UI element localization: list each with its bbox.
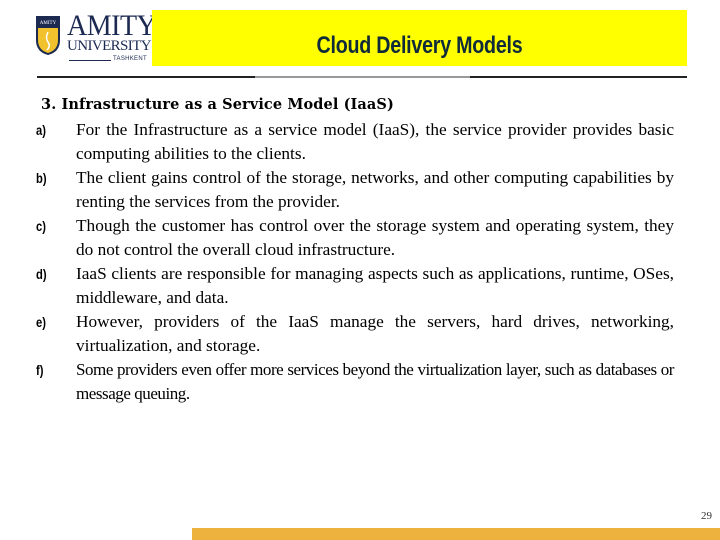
list-marker: d): [36, 266, 47, 282]
logo-rule: [69, 60, 111, 61]
list-item: a) For the Infrastructure as a service m…: [36, 118, 674, 166]
list-marker: c): [36, 218, 46, 234]
title-banner: Cloud Delivery Models: [152, 10, 687, 66]
list-item-text: Though the customer has control over the…: [76, 216, 674, 259]
list-marker: b): [36, 170, 47, 186]
list-item: c) Though the customer has control over …: [36, 214, 674, 262]
list-item-text: For the Infrastructure as a service mode…: [76, 120, 674, 163]
header-divider-highlight: [255, 76, 470, 78]
logo-campus: TASHKENT: [113, 56, 147, 62]
list-item: d) IaaS clients are responsible for mana…: [36, 262, 674, 310]
list-marker: f): [36, 362, 44, 378]
footer-bar: [192, 528, 720, 540]
list-item: e) However, providers of the IaaS manage…: [36, 310, 674, 358]
list-item-text: Some providers even offer more services …: [76, 360, 674, 403]
slide-title: Cloud Delivery Models: [316, 32, 523, 59]
amity-logo: AMITY AMITY UNIVERSITY TASHKENT: [35, 11, 157, 64]
list-marker: e): [36, 314, 46, 330]
university-shield-icon: AMITY: [36, 16, 60, 55]
page-number: 29: [701, 510, 712, 522]
list-item-text: The client gains control of the storage,…: [76, 168, 674, 211]
bullet-list: a) For the Infrastructure as a service m…: [36, 118, 674, 406]
section-heading: 3. Infrastructure as a Service Model (Ia…: [41, 96, 394, 113]
shield-text: AMITY: [40, 21, 57, 26]
logo-subtitle: UNIVERSITY: [67, 38, 152, 54]
list-item: f) Some providers even offer more servic…: [36, 358, 674, 406]
list-marker: a): [36, 122, 46, 138]
list-item: b) The client gains control of the stora…: [36, 166, 674, 214]
logo-name: AMITY: [67, 9, 157, 43]
list-item-text: IaaS clients are responsible for managin…: [76, 264, 674, 307]
list-item-text: However, providers of the IaaS manage th…: [76, 312, 674, 355]
